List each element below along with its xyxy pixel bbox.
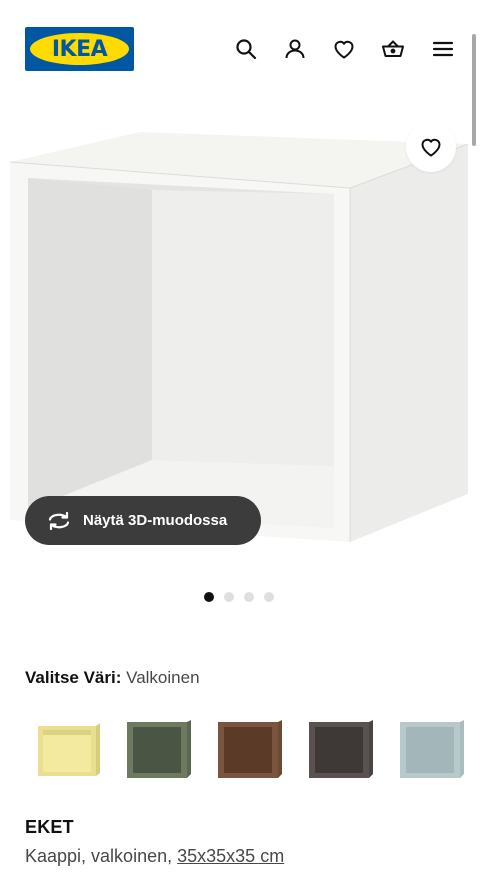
ikea-logo[interactable]: IKEA [25, 27, 134, 71]
product-size-link[interactable]: 35x35x35 cm [177, 846, 284, 866]
menu-icon[interactable] [427, 33, 459, 65]
swatch-walnut[interactable] [212, 712, 288, 788]
carousel-dot[interactable] [264, 592, 274, 602]
view-3d-label: Näytä 3D-muodossa [83, 512, 228, 529]
product-name: EKET [25, 817, 74, 837]
user-icon[interactable] [279, 33, 311, 65]
color-label: Valitse Väri: Valkoinen [25, 668, 200, 688]
search-icon[interactable] [230, 33, 262, 65]
carousel-dot[interactable] [224, 592, 234, 602]
swatch-yellow[interactable] [30, 712, 106, 788]
header: IKEA [0, 0, 480, 98]
logo-text: IKEA [51, 36, 108, 62]
swatch-dark-grey[interactable] [303, 712, 379, 788]
color-swatches [0, 712, 480, 788]
rotate-3d-icon [48, 511, 70, 530]
heart-icon [421, 138, 441, 157]
swatch-green[interactable] [121, 712, 197, 788]
view-3d-button[interactable]: Näytä 3D-muodossa [25, 496, 261, 545]
swatch-light-blue[interactable] [394, 712, 470, 788]
color-selected-value: Valkoinen [126, 668, 200, 687]
product-description-text: Kaappi, valkoinen, [25, 846, 173, 866]
product-description: Kaappi, valkoinen, 35x35x35 cm [25, 846, 284, 867]
carousel-dots [204, 592, 274, 602]
favourite-button[interactable] [406, 122, 456, 172]
carousel-dot[interactable] [204, 592, 214, 602]
heart-icon[interactable] [328, 33, 360, 65]
basket-icon[interactable] [377, 33, 409, 65]
carousel-dot[interactable] [244, 592, 254, 602]
color-label-title: Valitse Väri: [25, 668, 122, 687]
